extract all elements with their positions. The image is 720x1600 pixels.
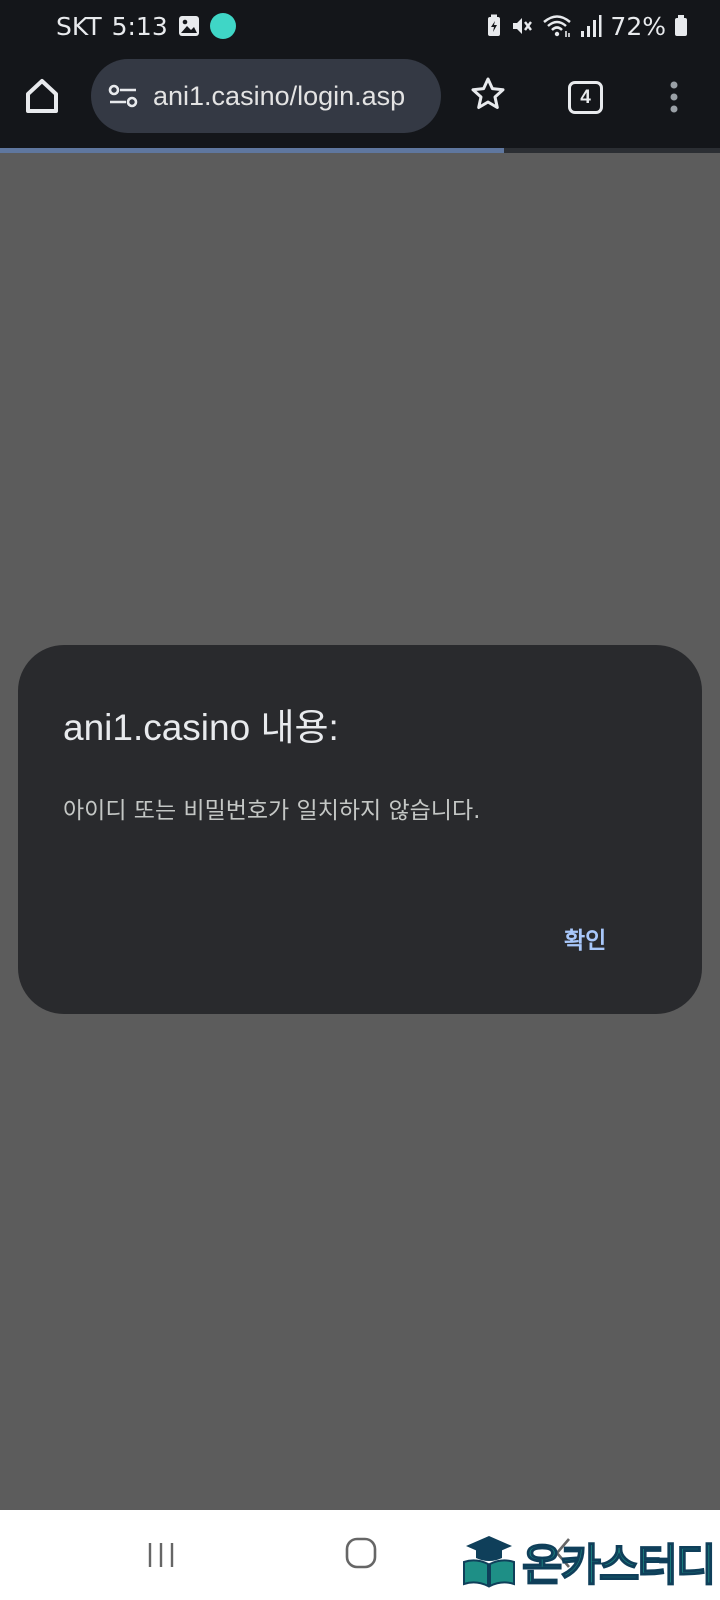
app-icon (209, 13, 236, 39)
status-right: 72% (486, 12, 688, 41)
star-icon[interactable] (470, 76, 512, 118)
home-icon[interactable] (22, 76, 70, 124)
battery-percent: 72% (610, 11, 666, 41)
status-left: SKT 5:13 (56, 12, 236, 41)
browser-toolbar: ani1.casino/login.asp 4 (0, 52, 720, 148)
ok-button[interactable]: 확인 (564, 921, 606, 955)
url-text[interactable]: ani1.casino/login.asp (153, 81, 433, 112)
recent-apps-icon[interactable] (146, 1540, 176, 1570)
home-nav-icon[interactable] (345, 1535, 377, 1571)
more-vert-icon[interactable] (664, 78, 684, 118)
dialog-message: 아이디 또는 비밀번호가 일치하지 않습니다. (63, 798, 481, 824)
progress-fill (0, 148, 504, 153)
graduation-book-logo (460, 1532, 518, 1590)
watermark: 온카스터디 (460, 1530, 717, 1592)
battery-icon (674, 15, 688, 37)
status-bar: SKT 5:13 72% (0, 0, 720, 52)
tabs-icon[interactable]: 4 (568, 81, 603, 114)
site-settings-icon[interactable] (107, 80, 139, 112)
signal-icon (580, 14, 602, 38)
mute-icon (510, 14, 534, 38)
wifi-icon (542, 14, 572, 38)
dialog-title: ani1.casino 내용: (63, 707, 339, 748)
watermark-text: 온카스터디 (521, 1539, 717, 1592)
address-bar[interactable]: ani1.casino/login.asp (91, 59, 441, 133)
battery-saver-icon (486, 14, 502, 38)
alert-dialog: ani1.casino 내용: 아이디 또는 비밀번호가 일치하지 않습니다. … (18, 645, 702, 1014)
carrier-label: SKT (56, 11, 102, 41)
gallery-icon (178, 15, 200, 37)
clock: 5:13 (111, 11, 168, 41)
page-load-progress (0, 148, 720, 153)
